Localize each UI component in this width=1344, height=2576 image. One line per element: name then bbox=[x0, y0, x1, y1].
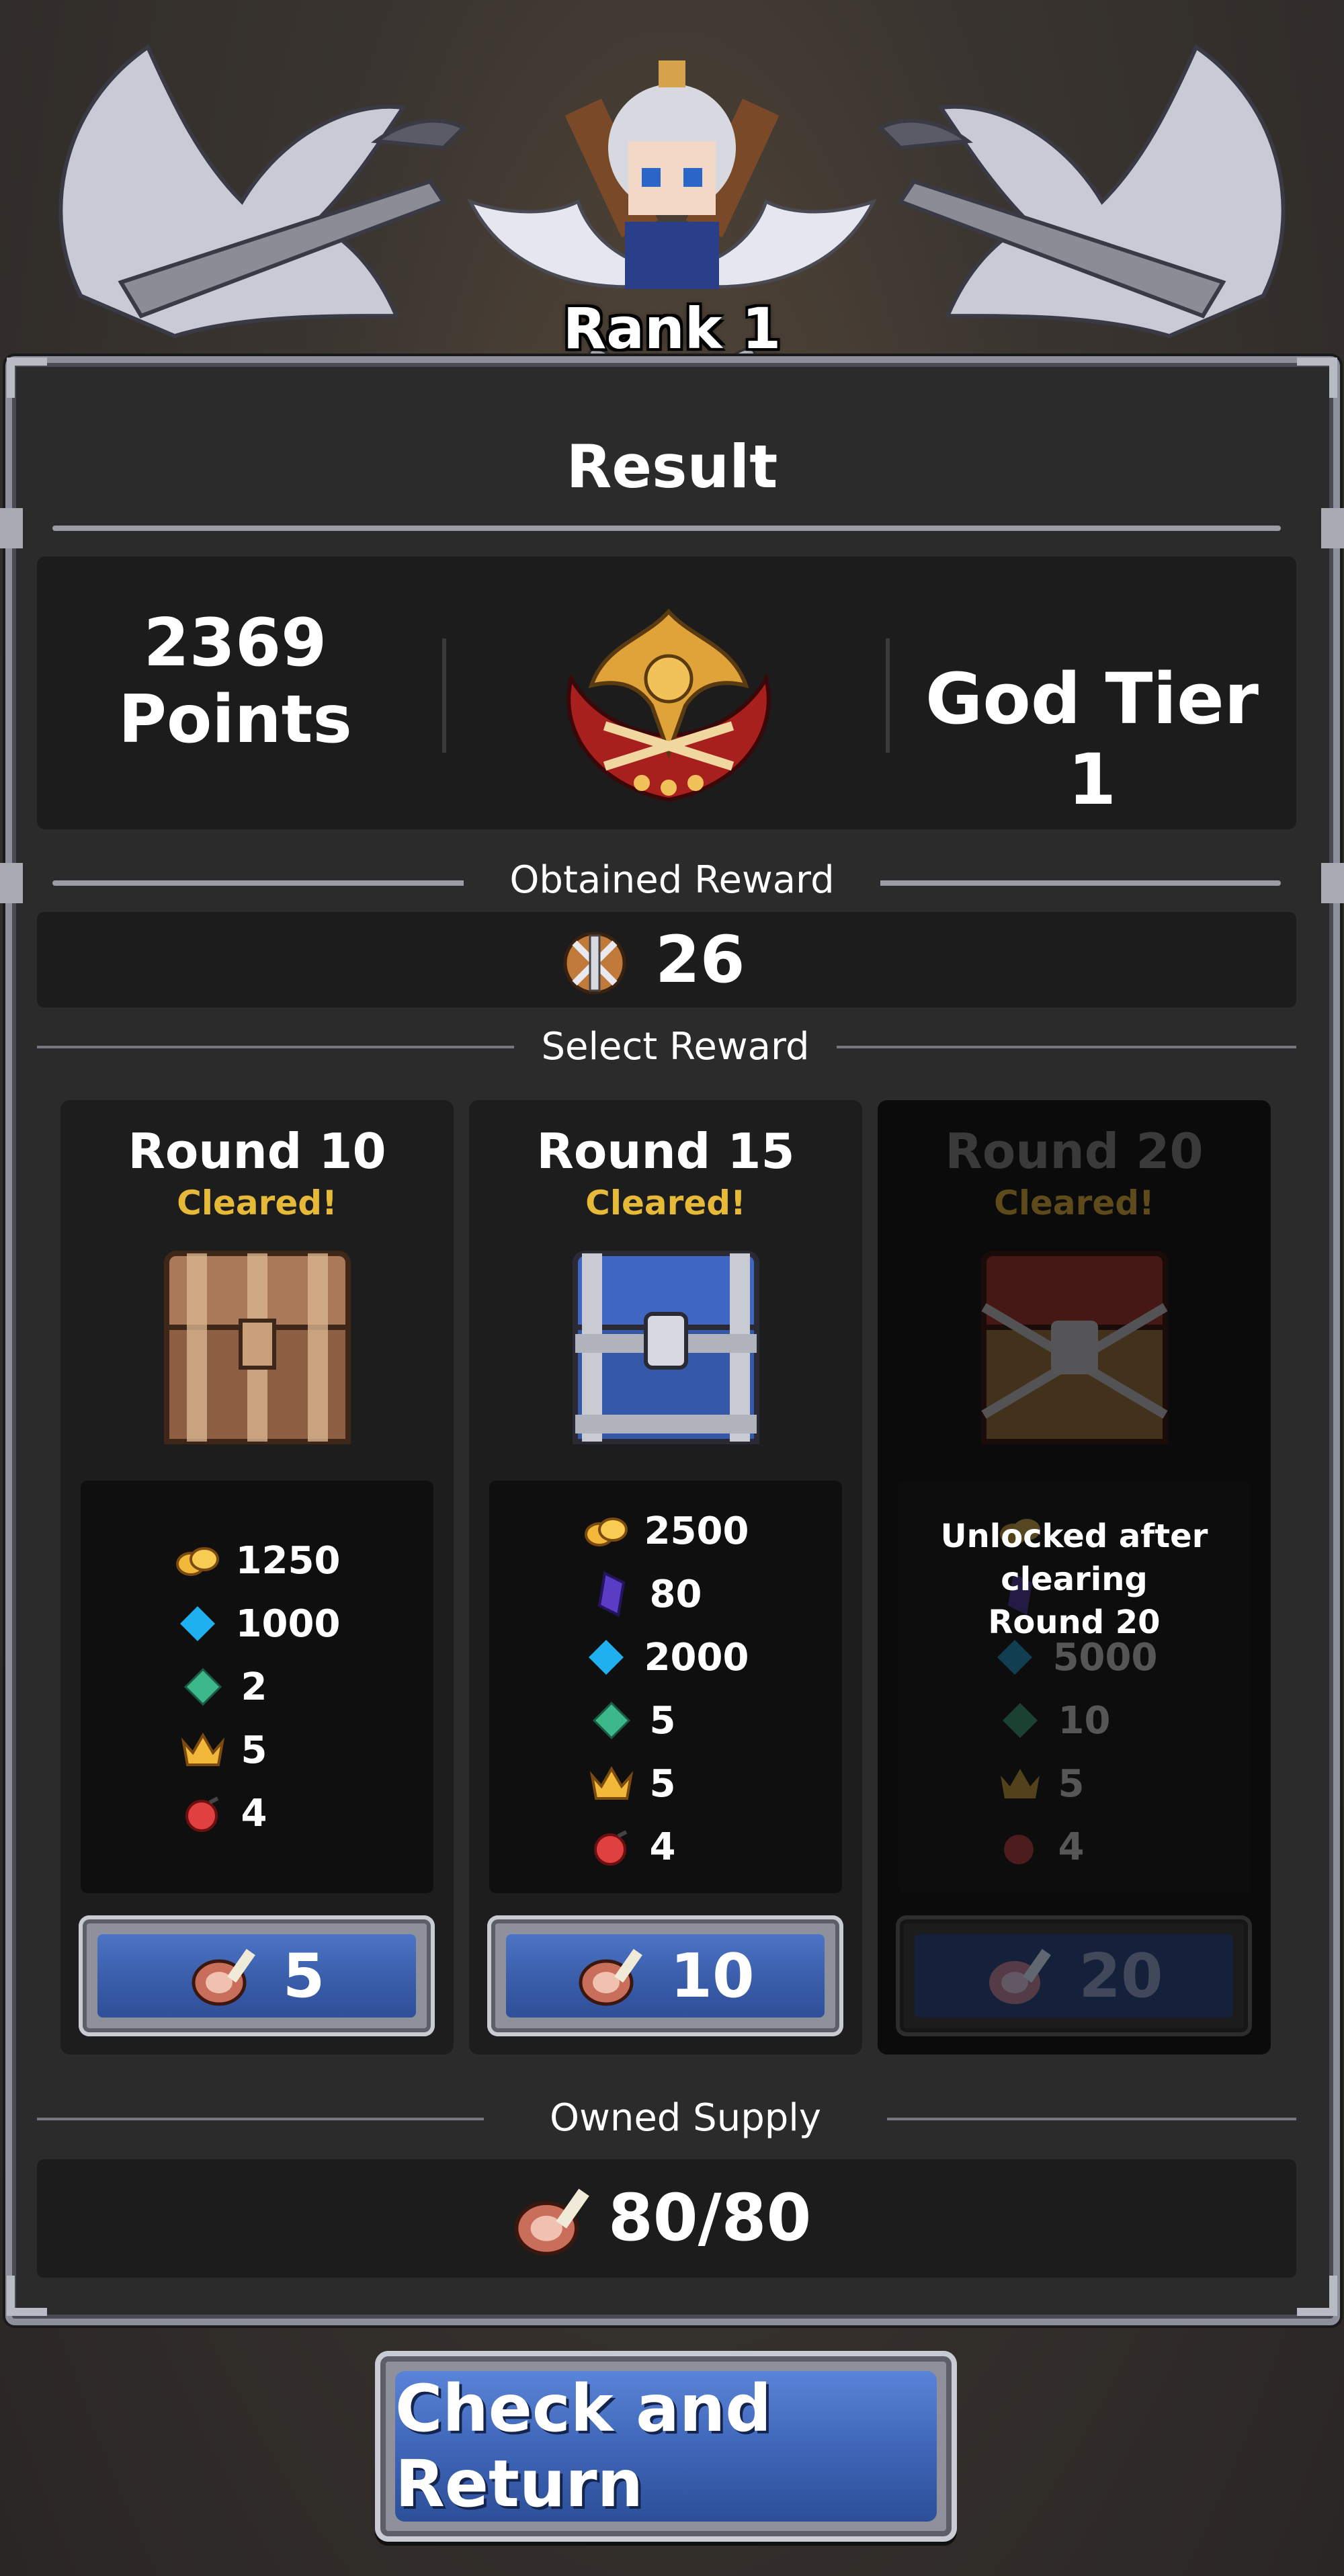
score-divider bbox=[442, 638, 446, 753]
locked-red-chest-icon bbox=[981, 1251, 1168, 1444]
owned-supply-value: 80/80 bbox=[608, 2180, 812, 2255]
reward-item: 5 bbox=[81, 1718, 433, 1782]
cleared-label: Cleared! bbox=[585, 1183, 746, 1222]
reward-item: 2000 bbox=[489, 1626, 842, 1689]
gold-coins-icon bbox=[583, 1507, 630, 1554]
reward-item: 4 bbox=[489, 1815, 842, 1878]
tier-emblem-icon bbox=[566, 608, 771, 802]
reward-item: 4 bbox=[898, 1815, 1251, 1878]
panel-notch bbox=[0, 508, 23, 548]
crown-icon bbox=[179, 1727, 226, 1774]
purple-crystal-icon bbox=[588, 1571, 635, 1618]
gold-coins-icon bbox=[174, 1537, 221, 1584]
reward-item: 5 bbox=[489, 1689, 842, 1752]
crown-icon bbox=[588, 1760, 635, 1807]
panel-notch bbox=[0, 863, 23, 903]
claim-button-round-10[interactable]: 5 bbox=[79, 1915, 435, 2036]
meat-icon bbox=[514, 2188, 589, 2256]
blue-diamond-icon bbox=[174, 1600, 221, 1647]
red-orb-icon bbox=[588, 1823, 635, 1870]
meat-icon bbox=[192, 1948, 255, 2006]
silver-chest-icon bbox=[573, 1251, 759, 1444]
right-eagle-icon bbox=[876, 44, 1286, 339]
points-display: 2369 Points bbox=[60, 605, 410, 780]
cleared-label: Cleared! bbox=[177, 1183, 337, 1222]
crossed-swords-badge-icon bbox=[563, 931, 626, 995]
select-reward-label: Select Reward bbox=[514, 1022, 837, 1073]
left-eagle-icon bbox=[58, 44, 468, 339]
reward-items: 1250 1000 2 5 4 bbox=[81, 1529, 433, 1845]
locked-message: Unlocked after clearing Round 20 bbox=[940, 1518, 1208, 1641]
reward-items: 2500 80 2000 5 5 4 bbox=[489, 1499, 842, 1878]
check-and-return-label: Check and Return bbox=[395, 2371, 937, 2522]
card-title: Round 20 bbox=[945, 1123, 1204, 1179]
green-gem-icon bbox=[997, 1697, 1044, 1744]
meat-icon bbox=[989, 1948, 1052, 2004]
red-orb-icon bbox=[179, 1790, 226, 1837]
cost-value: 20 bbox=[1079, 1940, 1163, 2011]
reward-item: 10 bbox=[898, 1689, 1251, 1752]
reward-item: 1250 bbox=[81, 1529, 433, 1592]
cost-value: 5 bbox=[282, 1940, 325, 2011]
blue-diamond-icon bbox=[583, 1634, 630, 1681]
reward-item: 4 bbox=[81, 1782, 433, 1845]
panel-notch bbox=[1321, 863, 1344, 903]
obtained-reward-label: Obtained Reward bbox=[464, 855, 880, 906]
panel-notch bbox=[1321, 508, 1344, 548]
obtained-reward-value: 26 bbox=[655, 922, 745, 997]
card-title: Round 10 bbox=[128, 1123, 386, 1179]
check-and-return-button[interactable]: Check and Return bbox=[375, 2351, 957, 2542]
reward-item: 5 bbox=[489, 1752, 842, 1815]
result-title: Result bbox=[566, 432, 778, 501]
reward-item: 5 bbox=[898, 1752, 1251, 1815]
card-title: Round 15 bbox=[536, 1123, 795, 1179]
cost-value: 10 bbox=[670, 1940, 755, 2011]
points-unit: Points bbox=[118, 681, 352, 758]
reward-item: 2 bbox=[81, 1655, 433, 1718]
red-orb-icon bbox=[997, 1823, 1044, 1870]
reward-item: 1000 bbox=[81, 1592, 433, 1655]
crown-icon bbox=[997, 1760, 1044, 1807]
wooden-chest-icon bbox=[164, 1251, 351, 1444]
tier-label: God Tier 1 bbox=[925, 658, 1259, 821]
green-gem-icon bbox=[179, 1663, 226, 1710]
reward-item: 80 bbox=[489, 1563, 842, 1626]
title-divider bbox=[52, 526, 1281, 531]
cleared-label: Cleared! bbox=[994, 1183, 1154, 1222]
claim-button-round-20: 20 bbox=[896, 1915, 1252, 2036]
owned-supply-label: Owned Supply bbox=[484, 2093, 887, 2144]
reward-item: 2500 bbox=[489, 1499, 842, 1563]
claim-button-round-15[interactable]: 10 bbox=[487, 1915, 843, 2036]
meat-icon bbox=[579, 1948, 643, 2006]
score-divider bbox=[886, 638, 890, 753]
green-gem-icon bbox=[588, 1697, 635, 1744]
points-value: 2369 bbox=[143, 605, 327, 681]
